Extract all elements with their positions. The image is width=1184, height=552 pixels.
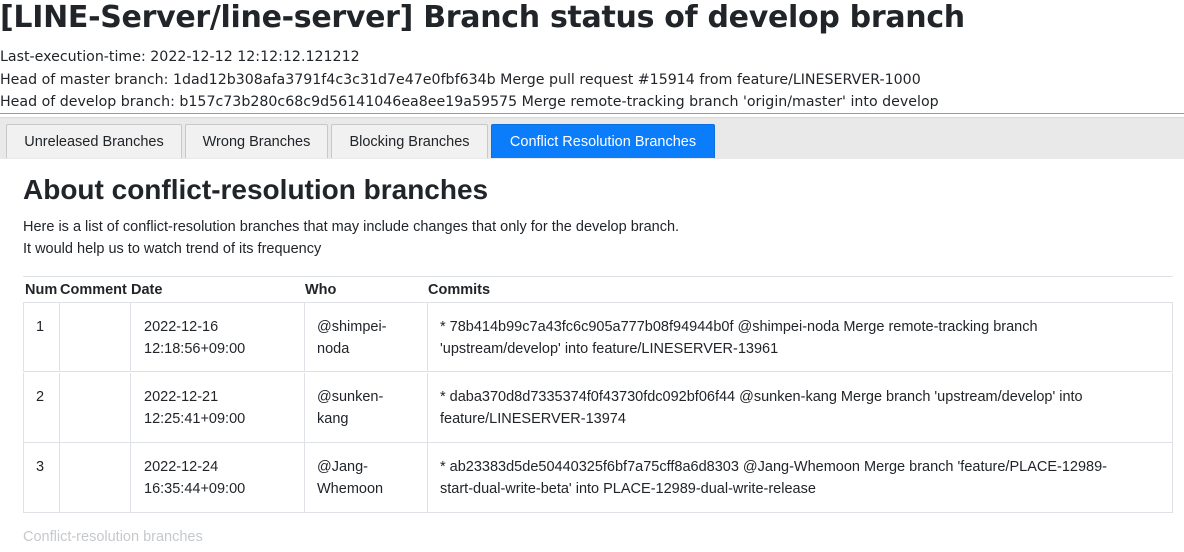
row-comment <box>59 443 130 512</box>
table-row: 1 2022-12-16 12:18:56+09:00 @shimpei- no… <box>23 302 1173 372</box>
tab-bar: Unreleased Branches Wrong Branches Block… <box>0 117 1184 159</box>
table-row: 2 2022-12-21 12:25:41+09:00 @sunken- kan… <box>23 373 1173 443</box>
row-who-line-2: kang <box>317 411 349 427</box>
header-divider <box>0 113 1184 114</box>
row-date: 2022-12-24 16:35:44+09:00 <box>130 443 304 512</box>
table-top-rule <box>23 276 1173 277</box>
row-who-line-2: Whemoon <box>317 481 384 497</box>
row-who: @shimpei- noda <box>304 303 427 371</box>
tab-unreleased-branches[interactable]: Unreleased Branches <box>6 124 182 158</box>
row-date-time: 12:18:56+09:00 <box>144 341 246 357</box>
row-commits-line-1: * 78b414b99c7a43fc6c905a777b08f94944b0f … <box>440 319 1038 335</box>
row-commits-line-1: * ab23383d5de50440325f6bf7a75cff8a6d8303… <box>440 459 1107 475</box>
row-commits-line-2: start-dual-write-beta' into PLACE-12989-… <box>440 481 816 497</box>
row-commits-line-2: 'upstream/develop' into feature/LINESERV… <box>440 341 779 357</box>
row-who: @sunken- kang <box>304 373 427 442</box>
row-comment <box>59 303 130 371</box>
footer-note: Conflict-resolution branches <box>23 529 203 545</box>
row-who: @Jang- Whemoon <box>304 443 427 512</box>
row-commits-line-1: * daba370d8d7335374f0f43730fdc092bf06f44… <box>440 389 1083 405</box>
row-commits: * 78b414b99c7a43fc6c905a777b08f94944b0f … <box>427 303 1173 371</box>
column-header-commits: Commits <box>428 282 491 298</box>
column-header-date: Date <box>131 282 163 298</box>
column-header-num: Num <box>25 282 58 298</box>
row-who-line-2: noda <box>317 341 350 357</box>
row-num: 3 <box>36 459 45 475</box>
row-date-time: 12:25:41+09:00 <box>144 411 246 427</box>
section-heading: About conflict-resolution branches <box>23 174 489 205</box>
row-date-day: 2022-12-16 <box>144 319 219 335</box>
row-date-time: 16:35:44+09:00 <box>144 481 246 497</box>
row-commits: * ab23383d5de50440325f6bf7a75cff8a6d8303… <box>427 443 1173 512</box>
row-num: 2 <box>36 389 45 405</box>
row-num: 1 <box>36 319 45 335</box>
row-commits-line-2: feature/LINESERVER-13974 <box>440 411 626 427</box>
row-date: 2022-12-21 12:25:41+09:00 <box>130 373 304 442</box>
section-description-line-2: It would help us to watch trend of its f… <box>23 241 322 257</box>
section-description-line-1: Here is a list of conflict-resolution br… <box>23 219 680 235</box>
row-who-line-1: @shimpei- <box>317 319 387 335</box>
row-who-line-1: @sunken- <box>317 389 384 405</box>
tab-wrong-branches[interactable]: Wrong Branches <box>185 124 328 158</box>
master-branch-head: Head of master branch: 1dad12b308afa3791… <box>0 72 921 88</box>
tab-conflict-resolution-branches[interactable]: Conflict Resolution Branches <box>491 124 715 158</box>
column-header-comment: Comment <box>60 282 127 298</box>
row-comment <box>59 373 130 442</box>
table-row: 3 2022-12-24 16:35:44+09:00 @Jang- Whemo… <box>23 443 1173 513</box>
row-commits: * daba370d8d7335374f0f43730fdc092bf06f44… <box>427 373 1173 442</box>
row-who-line-1: @Jang- <box>317 459 368 475</box>
tab-blocking-branches[interactable]: Blocking Branches <box>331 124 488 158</box>
row-date-day: 2022-12-24 <box>144 459 219 475</box>
row-date: 2022-12-16 12:18:56+09:00 <box>130 303 304 371</box>
page-title: [LINE-Server/line-server] Branch status … <box>0 0 965 35</box>
last-execution-time: Last-execution-time: 2022-12-12 12:12:12… <box>0 49 360 65</box>
column-header-who: Who <box>305 282 337 298</box>
develop-branch-head: Head of develop branch: b157c73b280c68c9… <box>0 94 939 110</box>
row-date-day: 2022-12-21 <box>144 389 219 405</box>
